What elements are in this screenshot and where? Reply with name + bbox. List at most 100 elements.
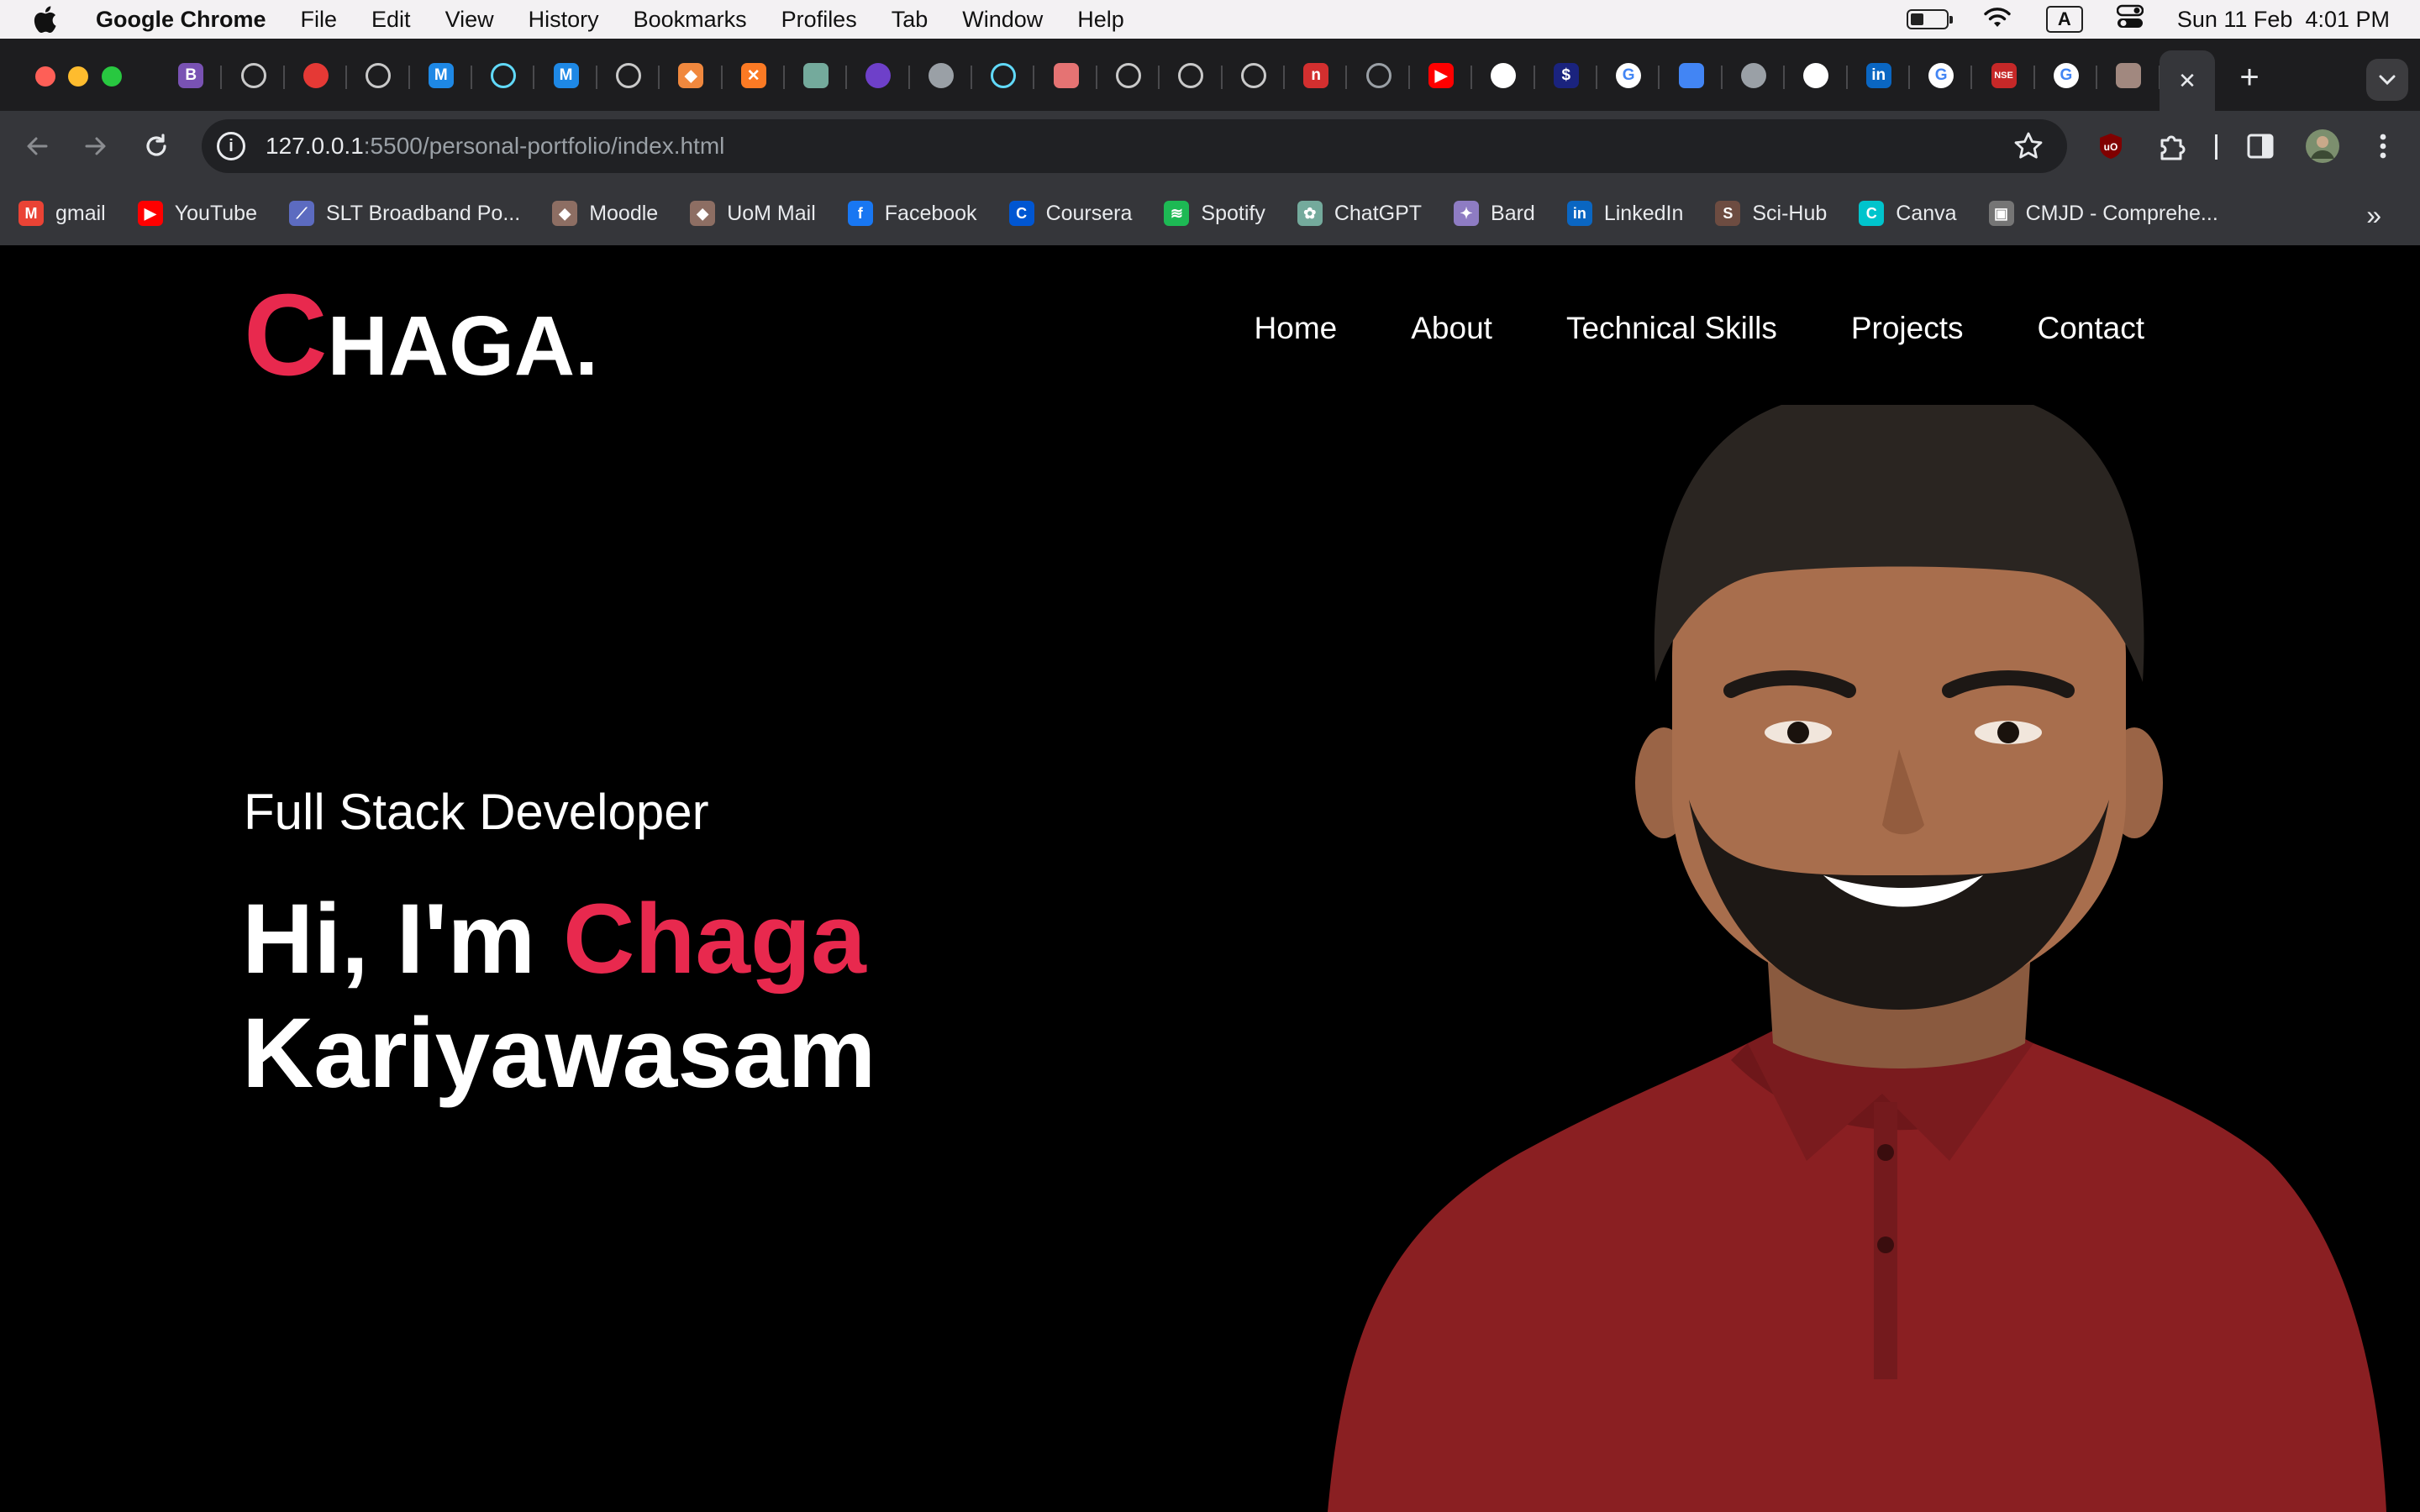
battery-icon[interactable] [1906,9,1953,29]
browser-tab[interactable]: G [2035,45,2098,106]
reload-icon [146,134,166,156]
main-nav: Home About Technical Skills Projects Con… [1255,311,2144,346]
browser-tab[interactable] [1223,45,1286,106]
browser-tab[interactable] [472,45,535,106]
browser-tab[interactable] [1097,45,1160,106]
bookmarks-overflow-button[interactable]: » [2366,200,2381,231]
menu-profiles[interactable]: Profiles [781,7,857,33]
side-panel-button[interactable] [2242,128,2279,165]
browser-tab[interactable] [972,45,1035,106]
browser-tab[interactable]: M [534,45,598,106]
browser-tab[interactable]: M [410,45,473,106]
browser-tab[interactable] [1660,45,1723,106]
browser-tab[interactable] [847,45,911,106]
input-source-indicator[interactable]: A [2045,6,2083,33]
site-logo[interactable]: CHAGA. [244,269,598,402]
browser-tab[interactable]: B [160,45,223,106]
control-center-icon[interactable] [2116,4,2144,35]
menu-bookmarks[interactable]: Bookmarks [634,7,747,33]
menu-app-name[interactable]: Google Chrome [96,7,266,33]
url-text[interactable]: 127.0.0.1:5500/personal-portfolio/index.… [266,133,724,160]
chrome-menu-button[interactable] [2365,128,2402,165]
menu-bar-status-area: A Sun 11 Feb 4:01 PM [1906,0,2390,39]
browser-tab[interactable] [1723,45,1786,106]
browser-tab[interactable] [285,45,348,106]
browser-tab[interactable] [1472,45,1535,106]
bookmark-item[interactable]: C Canva [1859,201,1957,226]
browser-tab[interactable] [1347,45,1411,106]
apple-logo-icon[interactable] [34,5,59,34]
bookmark-label: LinkedIn [1603,201,1684,225]
nav-projects[interactable]: Projects [1851,311,1964,346]
bookmark-label: gmail [55,201,106,225]
browser-tab[interactable] [347,45,410,106]
menu-clock[interactable]: Sun 11 Feb 4:01 PM [2177,7,2390,33]
bookmark-star-icon[interactable] [2012,129,2045,163]
google-icon: G [1616,63,1642,88]
forward-button[interactable] [77,128,114,165]
browser-tab[interactable] [1160,45,1223,106]
browser-tab[interactable]: NSE [1972,45,2036,106]
active-tab[interactable]: ✕ [2160,50,2215,111]
menu-tab[interactable]: Tab [892,7,929,33]
ublock-extension-button[interactable]: uO [2092,128,2129,165]
bookmark-item[interactable]: ◆ Moodle [552,201,658,226]
browser-tab[interactable] [597,45,660,106]
menu-history[interactable]: History [529,7,599,33]
bookmark-item[interactable]: Mgmail [18,201,106,226]
browser-tab[interactable] [2097,45,2160,106]
browser-tab[interactable]: ✕ [723,45,786,106]
browser-tab[interactable]: n [1285,45,1348,106]
bookmark-item[interactable]: ✿ ChatGPT [1297,201,1422,226]
new-tab-button[interactable]: + [2231,59,2268,96]
window-zoom-button[interactable] [102,66,122,87]
profile-button[interactable] [2304,128,2341,165]
youtube-icon: ▶ [137,201,163,226]
bookmark-item[interactable]: f Facebook [847,201,977,226]
browser-tab[interactable]: ▶ [1410,45,1473,106]
back-button[interactable] [18,128,55,165]
browser-tab[interactable] [785,45,848,106]
nav-contact[interactable]: Contact [2037,311,2144,346]
tab-close-icon[interactable]: ✕ [2178,68,2196,94]
browser-tab[interactable]: G [1910,45,1973,106]
bookmark-item[interactable]: ▣ CMJD - Comprehe... [1988,201,2218,226]
bookmark-item[interactable]: ≋ Spotify [1164,201,1265,226]
wifi-icon[interactable] [1982,5,2012,34]
address-bar[interactable]: i 127.0.0.1:5500/personal-portfolio/inde… [202,119,2067,173]
bookmark-label: Canva [1896,201,1957,225]
bookmark-item[interactable]: in LinkedIn [1566,201,1684,226]
browser-tab[interactable]: G [1597,45,1660,106]
browser-tab[interactable] [1034,45,1098,106]
menu-edit[interactable]: Edit [371,7,411,33]
bookmark-item[interactable]: C Coursera [1008,201,1132,226]
menu-view[interactable]: View [445,7,494,33]
menu-help[interactable]: Help [1077,7,1124,33]
tab-search-button[interactable] [2366,59,2408,101]
browser-tab[interactable]: in [1848,45,1911,106]
reload-button[interactable] [138,128,175,165]
window-close-button[interactable] [35,66,55,87]
browser-tab[interactable]: $ [1535,45,1598,106]
nav-home[interactable]: Home [1255,311,1338,346]
chatgpt-icon: ✿ [1297,201,1323,226]
window-minimize-button[interactable] [68,66,88,87]
bookmark-item[interactable]: ▶ YouTube [137,201,257,226]
menu-window[interactable]: Window [962,7,1043,33]
site-info-icon[interactable]: i [217,132,245,160]
nav-technical-skills[interactable]: Technical Skills [1566,311,1777,346]
portfolio-page: CHAGA. Home About Technical Skills Proje… [0,245,2420,1512]
bookmark-item[interactable]: ◆ UoM Mail [690,201,816,226]
browser-tab[interactable] [222,45,286,106]
nav-about[interactable]: About [1411,311,1492,346]
bookmark-label: YouTube [174,201,257,225]
browser-tab[interactable]: ◆ [660,45,723,106]
bookmark-item[interactable]: S Sci-Hub [1715,201,1827,226]
extensions-button[interactable] [2154,128,2191,165]
bookmark-label: SLT Broadband Po... [326,201,521,225]
bookmark-item[interactable]: ⟋ SLT Broadband Po... [289,201,520,226]
browser-tab[interactable] [1785,45,1848,106]
menu-file[interactable]: File [301,7,338,33]
bookmark-item[interactable]: ✦ Bard [1454,201,1535,226]
browser-tab[interactable] [910,45,973,106]
